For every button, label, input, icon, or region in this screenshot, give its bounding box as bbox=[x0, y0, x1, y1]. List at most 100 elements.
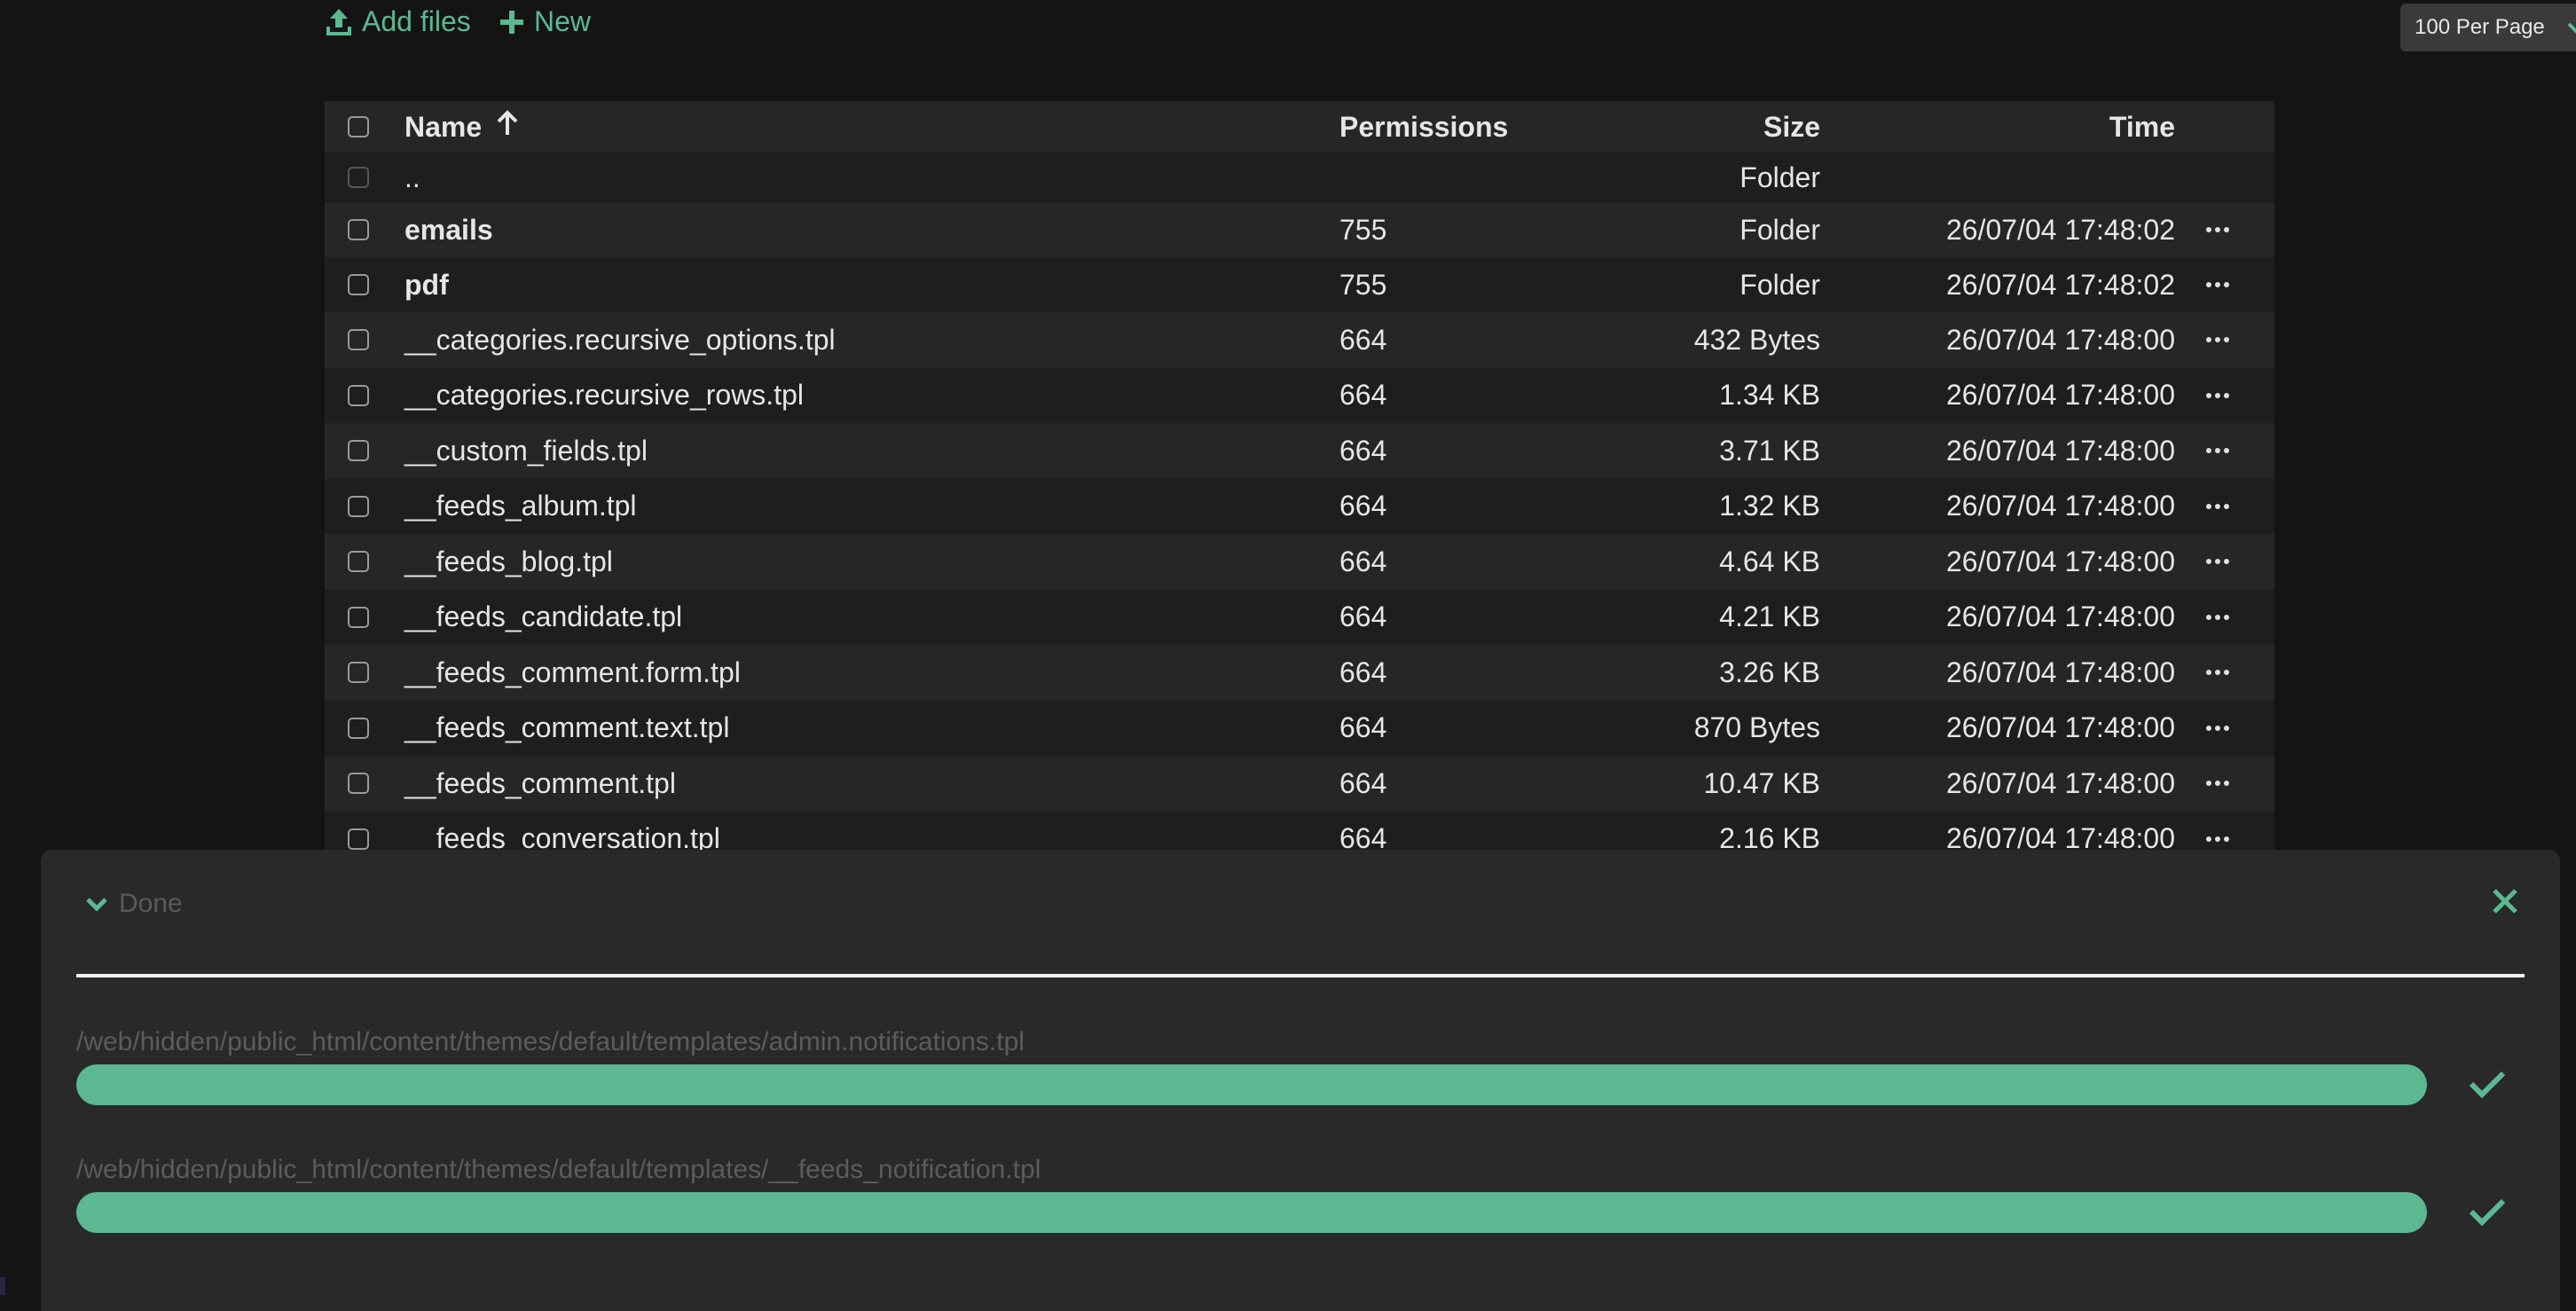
more-horizontal-icon[interactable] bbox=[2200, 202, 2235, 257]
table-row[interactable]: __categories.recursive_rows.tpl 664 1.34 K… bbox=[325, 367, 2274, 424]
row-checkbox-cell bbox=[348, 534, 374, 590]
new-button[interactable]: New bbox=[499, 5, 591, 38]
file-time: 26/07/04 17:48:00 bbox=[1945, 766, 2175, 799]
table-row[interactable]: __custom_fields.tpl 664 3.71 KB 26/07/04 17… bbox=[325, 423, 2274, 479]
row-checkbox[interactable] bbox=[348, 828, 369, 850]
parent-folder-row[interactable]: .. Folder bbox=[325, 153, 2274, 202]
file-name[interactable]: pdf bbox=[404, 257, 449, 312]
row-checkbox[interactable] bbox=[348, 384, 369, 406]
upload-path: /web/hidden/public_html/content/themes/d… bbox=[76, 1027, 1025, 1056]
table-row[interactable]: __feeds_candidate.tpl 664 4.21 KB 26/07/04 … bbox=[325, 589, 2274, 646]
select-all-checkbox[interactable] bbox=[348, 116, 369, 137]
select-all-cell bbox=[348, 101, 374, 153]
file-name[interactable]: __feeds_comment.tpl bbox=[404, 756, 676, 812]
time-header[interactable]: Time bbox=[2109, 101, 2175, 153]
row-checkbox-cell bbox=[348, 368, 374, 424]
row-checkbox[interactable] bbox=[348, 219, 369, 240]
file-name[interactable]: __feeds_comment.text.tpl bbox=[404, 701, 729, 757]
file-time: 26/07/04 17:48:00 bbox=[1945, 323, 2175, 356]
file-time: 26/07/04 17:48:00 bbox=[1945, 656, 2175, 688]
more-horizontal-icon[interactable] bbox=[2200, 312, 2235, 368]
row-checkbox-cell bbox=[348, 423, 374, 479]
file-time: 26/07/04 17:48:00 bbox=[1945, 434, 2175, 467]
file-size: 870 Bytes bbox=[1693, 711, 1820, 744]
upload-item: /web/hidden/public_html/content/themes/d… bbox=[76, 1155, 2525, 1233]
file-name[interactable]: __categories.recursive_options.tpl bbox=[404, 312, 836, 368]
row-checkbox-cell bbox=[348, 153, 374, 202]
file-size: 4.21 KB bbox=[1719, 601, 1820, 633]
upload-path: /web/hidden/public_html/content/themes/d… bbox=[76, 1155, 1041, 1184]
row-checkbox-cell bbox=[348, 701, 374, 757]
file-permissions: 755 bbox=[1339, 268, 1387, 301]
row-checkbox[interactable] bbox=[348, 551, 369, 573]
row-checkbox bbox=[348, 167, 369, 188]
more-horizontal-icon[interactable] bbox=[2200, 701, 2235, 757]
file-size: 1.32 KB bbox=[1719, 490, 1820, 522]
file-time: 26/07/04 17:48:00 bbox=[1945, 601, 2175, 633]
more-horizontal-icon[interactable] bbox=[2200, 756, 2235, 812]
upload-progress-bar bbox=[76, 1064, 2427, 1105]
table-row[interactable]: __feeds_blog.tpl 664 4.64 KB 26/07/04 17:48… bbox=[325, 534, 2274, 590]
file-name[interactable]: __categories.recursive_rows.tpl bbox=[404, 368, 804, 424]
file-size: Folder bbox=[1740, 213, 1820, 246]
more-horizontal-icon[interactable] bbox=[2200, 534, 2235, 590]
row-checkbox[interactable] bbox=[348, 606, 369, 628]
file-permissions: 664 bbox=[1339, 656, 1387, 688]
table-row[interactable]: __feeds_comment.text.tpl 664 870 Bytes 26/0… bbox=[325, 700, 2274, 757]
row-checkbox[interactable] bbox=[348, 440, 369, 462]
file-size: 4.64 KB bbox=[1719, 545, 1820, 577]
file-time: 26/07/04 17:48:00 bbox=[1945, 490, 2175, 522]
file-size: 3.26 KB bbox=[1719, 656, 1820, 688]
more-horizontal-icon[interactable] bbox=[2200, 368, 2235, 424]
file-name[interactable]: emails bbox=[404, 202, 493, 257]
parent-folder-name[interactable]: .. bbox=[404, 153, 420, 202]
table-row[interactable]: emails 755 Folder 26/07/04 17:48:02 bbox=[325, 202, 2274, 257]
more-horizontal-icon[interactable] bbox=[2200, 590, 2235, 646]
table-row[interactable]: __categories.recursive_options.tpl 664 432… bbox=[325, 312, 2274, 368]
row-checkbox-cell bbox=[348, 590, 374, 646]
permissions-header[interactable]: Permissions bbox=[1339, 101, 1508, 153]
file-permissions: 664 bbox=[1339, 434, 1387, 467]
upload-progress-fill bbox=[76, 1192, 2427, 1233]
more-horizontal-icon[interactable] bbox=[2200, 645, 2235, 701]
more-horizontal-icon[interactable] bbox=[2200, 257, 2235, 312]
per-page-select[interactable]: 100 Per Page bbox=[2400, 4, 2576, 51]
name-header[interactable]: Name bbox=[404, 101, 519, 153]
upload-status-label: Done bbox=[119, 889, 183, 918]
file-name[interactable]: __feeds_comment.form.tpl bbox=[404, 645, 741, 701]
row-checkbox[interactable] bbox=[348, 329, 369, 351]
close-icon[interactable] bbox=[2491, 887, 2519, 920]
upload-progress-bar bbox=[76, 1192, 2427, 1233]
upload-progress-fill bbox=[76, 1064, 2427, 1105]
table-row[interactable]: __feeds_comment.form.tpl 664 3.26 KB 26/07/… bbox=[325, 645, 2274, 701]
file-permissions: 664 bbox=[1339, 601, 1387, 633]
file-permissions: 755 bbox=[1339, 213, 1387, 246]
more-horizontal-icon[interactable] bbox=[2200, 479, 2235, 535]
row-checkbox[interactable] bbox=[348, 717, 369, 739]
per-page-value: 100 Per Page bbox=[2415, 15, 2545, 39]
file-name[interactable]: __feeds_album.tpl bbox=[404, 479, 637, 535]
file-size: 3.71 KB bbox=[1719, 434, 1820, 467]
add-files-button[interactable]: Add files bbox=[325, 5, 471, 38]
file-name[interactable]: __custom_fields.tpl bbox=[404, 423, 648, 479]
table-row[interactable]: __feeds_comment.tpl 664 10.47 KB 26/07/04 1… bbox=[325, 756, 2274, 812]
upload-panel-toggle[interactable]: Done bbox=[85, 889, 183, 919]
size-header[interactable]: Size bbox=[1763, 101, 1820, 153]
chevron-down-icon bbox=[85, 889, 108, 919]
table-row[interactable]: __feeds_album.tpl 664 1.32 KB 26/07/04 17:4… bbox=[325, 478, 2274, 535]
file-name[interactable]: __feeds_blog.tpl bbox=[404, 534, 613, 590]
upload-item: /web/hidden/public_html/content/themes/d… bbox=[76, 1027, 2525, 1105]
file-name[interactable]: __feeds_candidate.tpl bbox=[404, 590, 682, 646]
table-row[interactable]: pdf 755 Folder 26/07/04 17:48:02 bbox=[325, 257, 2274, 312]
row-checkbox-cell bbox=[348, 312, 374, 368]
file-permissions: 664 bbox=[1339, 490, 1387, 522]
row-checkbox[interactable] bbox=[348, 274, 369, 295]
table-header: Name Permissions Size Time bbox=[325, 101, 2274, 153]
parent-folder-size: Folder bbox=[1740, 161, 1820, 193]
more-horizontal-icon[interactable] bbox=[2200, 423, 2235, 479]
row-checkbox[interactable] bbox=[348, 662, 369, 684]
row-checkbox[interactable] bbox=[348, 495, 369, 517]
file-time: 26/07/04 17:48:02 bbox=[1945, 213, 2175, 246]
row-checkbox[interactable] bbox=[348, 773, 369, 795]
file-size: Folder bbox=[1740, 268, 1820, 301]
